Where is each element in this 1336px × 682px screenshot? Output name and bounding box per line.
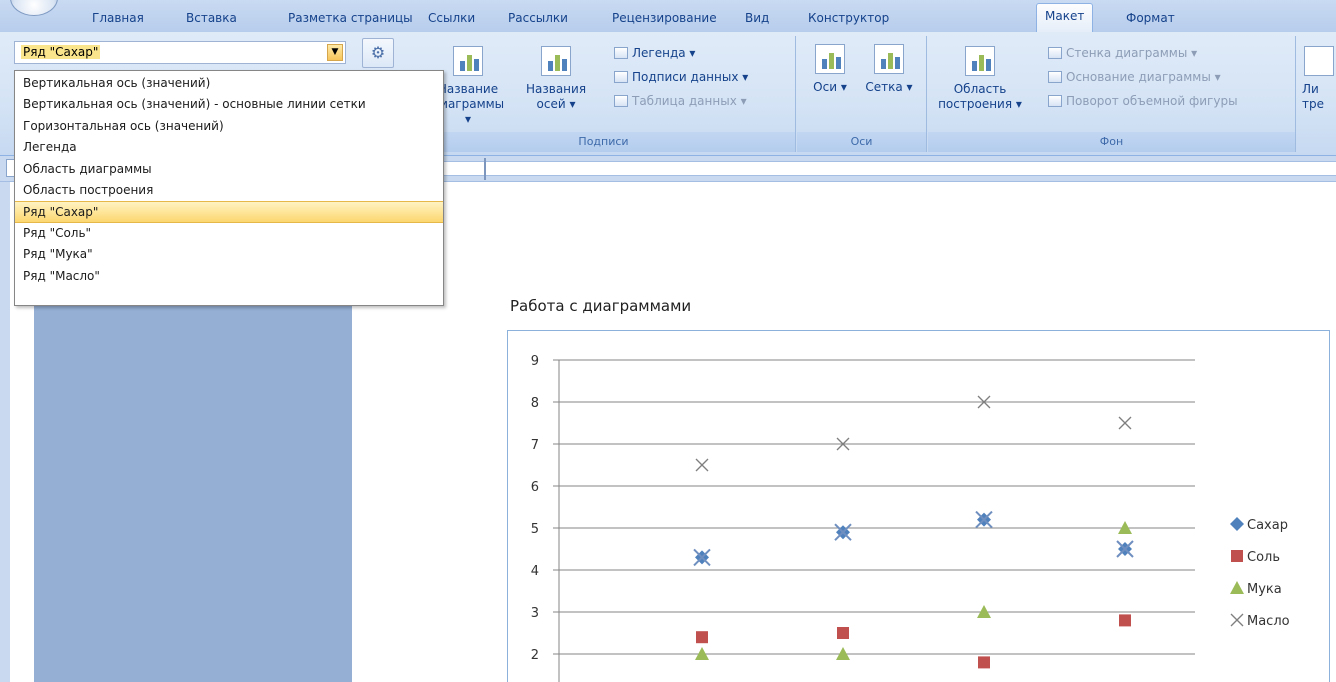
chart-title-icon — [453, 46, 483, 76]
y-tick-label: 4 — [531, 564, 539, 579]
chart-wall-button[interactable]: Стенка диаграммы ▾ — [1048, 44, 1197, 62]
legend-icon — [614, 47, 628, 59]
chart-floor-label: Основание диаграммы ▾ — [1066, 70, 1221, 84]
ruler-strip — [440, 161, 1336, 176]
dropdown-item[interactable]: Легенда — [15, 137, 443, 158]
gridlines-icon — [874, 44, 904, 74]
dropdown-item[interactable]: Вертикальная ось (значений) — [15, 73, 443, 94]
data-table-icon — [614, 95, 628, 107]
data-point-square — [1119, 614, 1131, 627]
chart-element-selector[interactable]: Ряд "Сахар" ▼ — [14, 41, 346, 64]
legend-button[interactable]: Легенда ▾ — [614, 44, 695, 62]
chart-element-selector-value: Ряд "Сахар" — [21, 45, 101, 59]
axes-button[interactable]: Оси ▾ — [805, 44, 855, 95]
dropdown-item[interactable]: Область диаграммы — [15, 159, 443, 180]
legend[interactable]: Сахар Соль Мука Масло — [1230, 517, 1290, 629]
background-group-label: Фон — [928, 132, 1295, 152]
background-group: Область построения ▾ Стенка диаграммы ▾ … — [928, 36, 1296, 152]
labels-group: Название диаграммы ▾ Названия осей ▾ Лег… — [412, 36, 796, 152]
data-point-square — [837, 627, 849, 639]
legend-entry-label: Мука — [1247, 582, 1282, 597]
dropdown-arrow-icon[interactable]: ▼ — [327, 44, 343, 61]
data-labels-button[interactable]: Подписи данных ▾ — [614, 68, 748, 86]
data-table-button[interactable]: Таблица данных ▾ — [614, 92, 747, 110]
y-tick-label: 6 — [531, 480, 539, 495]
gridlines — [553, 359, 1195, 682]
trendline-icon — [1304, 46, 1334, 76]
dropdown-item[interactable]: Вертикальная ось (значений) - основные л… — [15, 94, 443, 115]
scatter-chart[interactable]: 9 8 7 6 5 4 3 2 Сахар Соль Мука Масло — [507, 330, 1330, 682]
chart-wall-label: Стенка диаграммы ▾ — [1066, 46, 1198, 60]
gridlines-label: Сетка ▾ — [865, 80, 913, 94]
data-point-square — [978, 656, 990, 669]
tab-view[interactable]: Вид — [737, 8, 777, 32]
chart-floor-button[interactable]: Основание диаграммы ▾ — [1048, 68, 1221, 86]
y-tick-label: 3 — [531, 606, 539, 621]
y-axis-labels: 9 8 7 6 5 4 3 2 — [531, 354, 539, 663]
data-labels-icon — [614, 71, 628, 83]
tab-mailings[interactable]: Рассылки — [500, 8, 576, 32]
y-tick-label: 5 — [531, 522, 539, 537]
plot-area-button[interactable]: Область построения ▾ — [932, 46, 1028, 112]
y-tick-label: 7 — [531, 438, 539, 453]
axes-group-label: Оси — [797, 132, 926, 152]
legend-entry-label: Соль — [1247, 550, 1280, 565]
legend-entry-label: Сахар — [1247, 518, 1288, 533]
3d-rotation-icon — [1048, 95, 1062, 107]
dropdown-item[interactable]: Ряд "Сахар" — [15, 201, 443, 223]
y-tick-label: 2 — [531, 648, 539, 663]
data-point-x — [1118, 416, 1132, 430]
dropdown-item[interactable]: Ряд "Масло" — [15, 266, 443, 287]
data-point-triangle — [1230, 581, 1244, 594]
data-table-label: Таблица данных ▾ — [632, 94, 747, 108]
chart-floor-icon — [1048, 71, 1062, 83]
data-point-diamond — [1230, 517, 1244, 531]
dropdown-item[interactable]: Ряд "Мука" — [15, 244, 443, 265]
tab-review[interactable]: Рецензирование — [604, 8, 725, 32]
plot-area-icon — [965, 46, 995, 76]
3d-rotation-label: Поворот объемной фигуры — [1066, 94, 1238, 108]
legend-label: Легенда ▾ — [632, 46, 696, 60]
tab-home[interactable]: Главная — [84, 8, 152, 32]
document-heading: Работа с диаграммами — [510, 297, 692, 315]
ribbon-tabs-bar: Главная Вставка Разметка страницы Ссылки… — [0, 0, 1336, 32]
tab-references[interactable]: Ссылки — [420, 8, 483, 32]
indent-marker[interactable] — [484, 158, 496, 180]
3d-rotation-button[interactable]: Поворот объемной фигуры — [1048, 92, 1238, 110]
dropdown-item[interactable]: Ряд "Соль" — [15, 223, 443, 244]
data-point-square — [1231, 550, 1243, 562]
axes-icon — [815, 44, 845, 74]
dropdown-item[interactable]: Область построения — [15, 180, 443, 201]
plot-area-label: Область построения ▾ — [938, 82, 1022, 111]
trendline-button[interactable]: Ли тре — [1302, 46, 1336, 112]
tab-insert[interactable]: Вставка — [178, 8, 245, 32]
axes-group: Оси ▾ Сетка ▾ Оси — [797, 36, 927, 152]
tab-design[interactable]: Конструктор — [800, 8, 897, 32]
data-labels-label: Подписи данных ▾ — [632, 70, 749, 84]
gridlines-button[interactable]: Сетка ▾ — [861, 44, 917, 95]
dropdown-item[interactable]: Горизонтальная ось (значений) — [15, 116, 443, 137]
axis-titles-icon — [541, 46, 571, 76]
labels-group-label: Подписи — [412, 132, 795, 152]
axis-titles-label: Названия осей ▾ — [526, 82, 587, 111]
chart-elements-dropdown[interactable]: Вертикальная ось (значений) Вертикальная … — [14, 70, 444, 306]
data-point-x — [695, 458, 709, 472]
format-selection-button[interactable]: ⚙ — [362, 38, 394, 68]
office-button[interactable] — [10, 0, 58, 16]
trendline-label: Ли тре — [1302, 82, 1324, 111]
tab-format[interactable]: Формат — [1118, 8, 1183, 32]
axis-titles-button[interactable]: Названия осей ▾ — [526, 46, 586, 112]
y-tick-label: 8 — [531, 396, 539, 411]
data-point-x — [1230, 613, 1244, 627]
legend-entry-label: Масло — [1247, 614, 1290, 629]
y-tick-label: 9 — [531, 354, 539, 369]
data-point-square — [696, 631, 708, 644]
chart-wall-icon — [1048, 47, 1062, 59]
data-points — [693, 395, 1134, 669]
axes-label: Оси ▾ — [813, 80, 847, 94]
tab-page-layout[interactable]: Разметка страницы — [280, 8, 421, 32]
tab-layout[interactable]: Макет — [1036, 3, 1094, 32]
